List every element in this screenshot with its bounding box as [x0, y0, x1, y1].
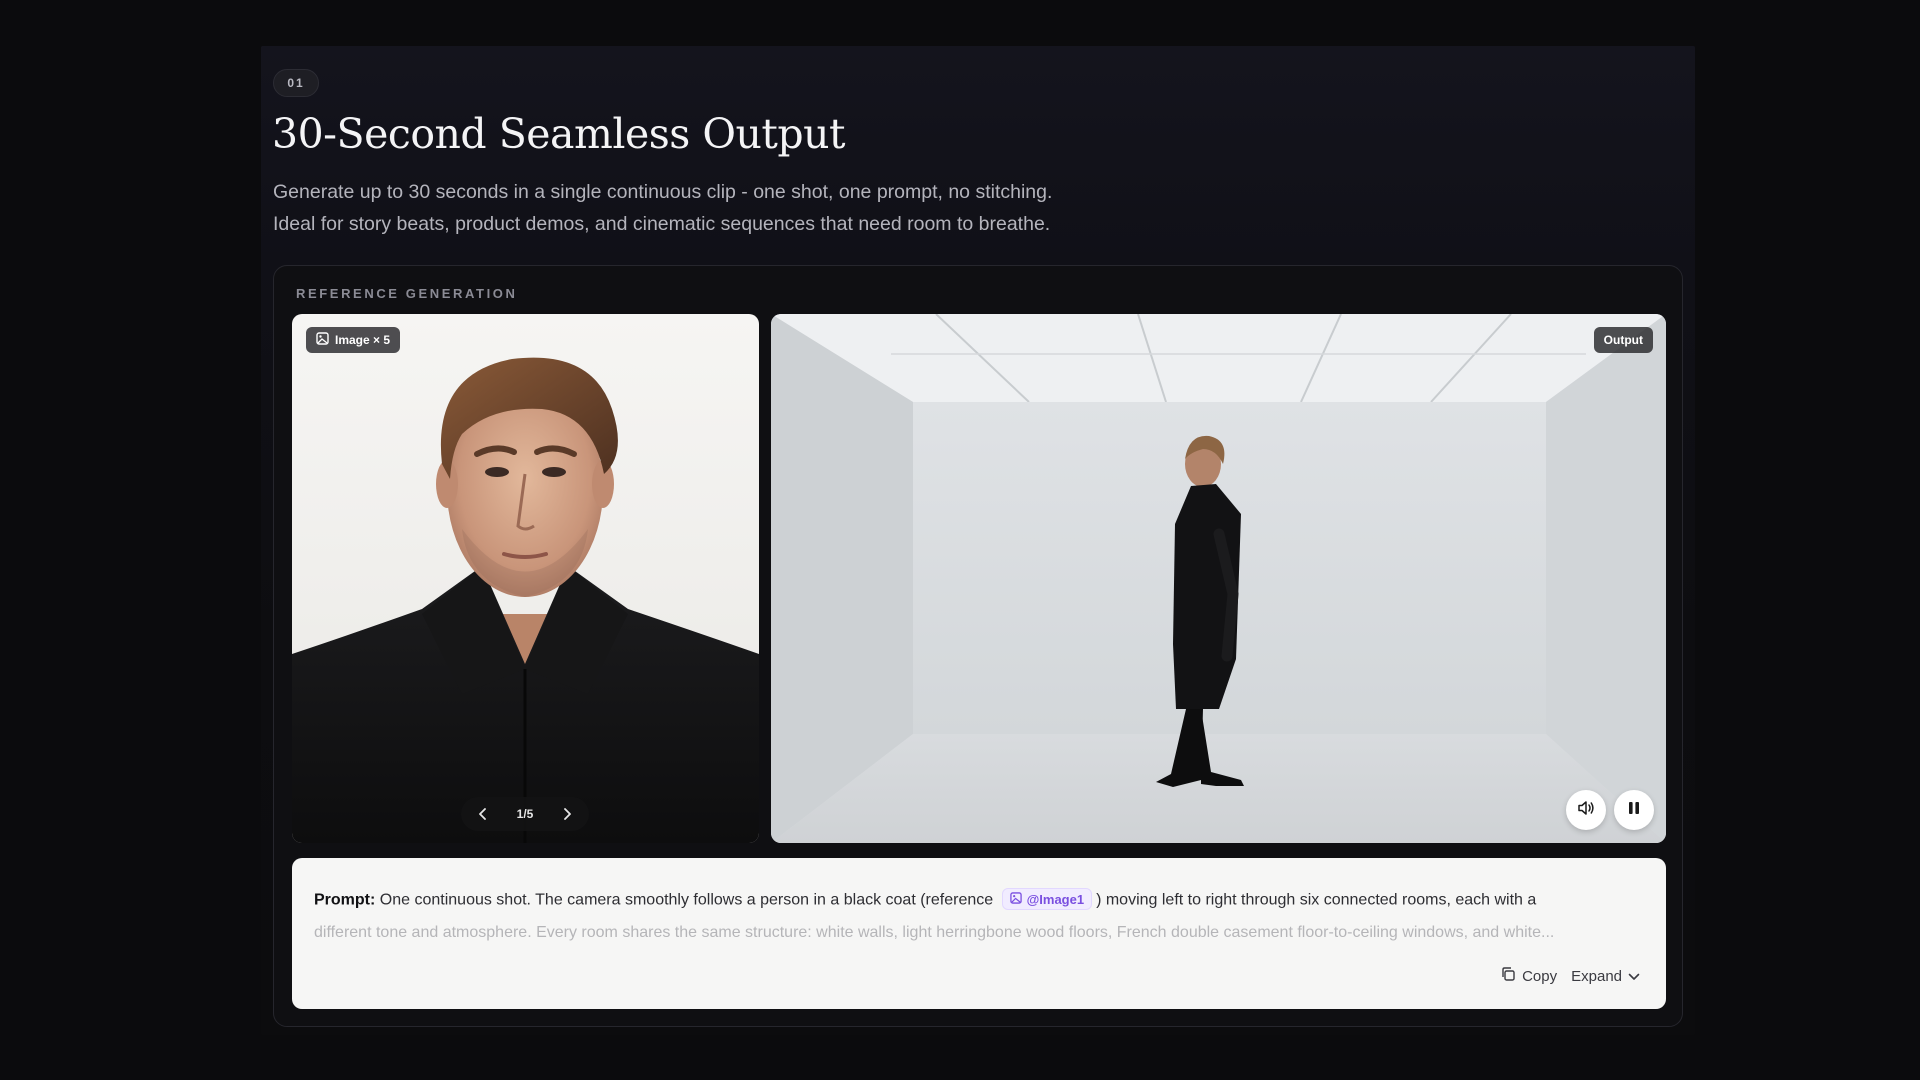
section-title: 30-Second Seamless Output: [272, 110, 846, 158]
image-icon: [1009, 891, 1022, 907]
chevron-right-icon[interactable]: [557, 804, 577, 824]
prompt-text-after: ) moving left to right through six conne…: [1096, 891, 1537, 909]
prompt-line-2: different tone and atmosphere. Every roo…: [314, 924, 1555, 941]
expand-label: Expand: [1571, 967, 1622, 985]
chevron-left-icon[interactable]: [473, 804, 493, 824]
prompt-text-before: One continuous shot. The camera smoothly…: [379, 891, 994, 909]
volume-icon: [1577, 800, 1595, 821]
prompt-label: Prompt:: [314, 891, 376, 909]
image-mention-tag[interactable]: @Image1: [1001, 888, 1093, 910]
image-pager: 1/5: [461, 797, 589, 831]
prompt-actions: Copy Expand: [1500, 966, 1640, 986]
prompt-line-1: Prompt: One continuous shot. The camera …: [314, 888, 1644, 910]
output-video-panel[interactable]: Output: [771, 314, 1666, 843]
feature-section: 01 30-Second Seamless Output Generate up…: [261, 46, 1695, 1035]
reference-image-panel[interactable]: Image × 5 1/5: [292, 314, 759, 843]
copy-button[interactable]: Copy: [1500, 966, 1557, 986]
image-icon: [316, 332, 329, 348]
pause-button[interactable]: [1614, 790, 1654, 830]
pager-count: 1/5: [516, 807, 534, 821]
subtitle-line-2: Ideal for story beats, product demos, an…: [273, 213, 1051, 235]
expand-button[interactable]: Expand: [1571, 968, 1640, 985]
subtitle-line-1: Generate up to 30 seconds in a single co…: [273, 181, 1053, 203]
reference-portrait-image: [292, 357, 759, 843]
reference-generation-card: REFERENCE GENERATION Image × 5 1/5 Outpu…: [273, 265, 1683, 1027]
image-count-chip: Image × 5: [306, 327, 401, 353]
copy-icon: [1500, 966, 1516, 986]
prompt-box: Prompt: One continuous shot. The camera …: [292, 858, 1666, 1009]
section-number-badge: 01: [273, 69, 319, 97]
copy-label: Copy: [1522, 967, 1558, 985]
mention-label: @Image1: [1026, 891, 1085, 907]
image-count-label: Image × 5: [335, 333, 391, 347]
card-label: REFERENCE GENERATION: [296, 286, 518, 301]
output-chip: Output: [1593, 327, 1653, 353]
pause-icon: [1628, 801, 1640, 820]
chevron-down-icon: [1628, 968, 1640, 985]
section-subtitle: Generate up to 30 seconds in a single co…: [273, 176, 1173, 240]
output-video-frame: [771, 314, 1666, 843]
volume-button[interactable]: [1566, 790, 1606, 830]
